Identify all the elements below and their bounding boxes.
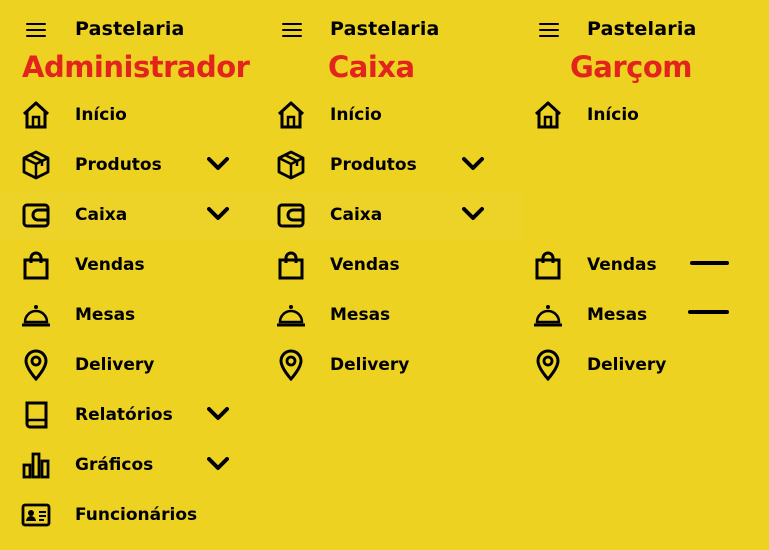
menu-item-inicio[interactable]: Início [258,95,523,135]
menu-item-label: Relatórios [75,405,173,425]
dash-marker [690,261,729,265]
menu-item-mesas[interactable]: Mesas [258,295,523,335]
menu-item-label: Mesas [330,305,391,325]
menu-item-vendas[interactable]: Vendas [523,245,769,285]
hamburger-menu-icon[interactable] [539,23,559,37]
menu-item-label: Vendas [75,255,145,275]
location-pin-icon [20,349,52,381]
shopping-bag-icon [275,249,307,281]
hamburger-menu-icon[interactable] [282,23,302,37]
menu-item-label: Delivery [330,355,410,375]
shopping-bag-icon [20,249,52,281]
menu-item-relatorios[interactable]: Relatórios [0,395,258,435]
role-title: Administrador [22,50,250,84]
bar-chart-icon [20,449,52,481]
menu-item-label: Início [587,105,639,125]
app-title: Pastelaria [587,18,697,40]
app-header: Pastelaria [0,14,258,46]
app-title: Pastelaria [75,18,185,40]
hamburger-menu-icon[interactable] [26,23,46,37]
menu-item-produtos[interactable]: Produtos [258,145,523,185]
menu-item-mesas[interactable]: Mesas [523,295,769,335]
menu-item-label: Produtos [330,155,417,175]
menu-item-funcionarios[interactable]: Funcionários [0,495,258,535]
menu-item-label: Mesas [75,305,136,325]
shopping-bag-icon [532,249,564,281]
box-icon [275,149,307,181]
menu-item-inicio[interactable]: Início [0,95,258,135]
menu-item-delivery[interactable]: Delivery [258,345,523,385]
menu-item-vendas[interactable]: Vendas [0,245,258,285]
menu-item-graficos[interactable]: Gráficos [0,445,258,485]
id-card-icon [20,499,52,531]
chevron-down-icon[interactable] [207,207,229,221]
chevron-down-icon[interactable] [207,407,229,421]
menu-column-caixa: Pastelaria Caixa Início Produtos Caixa V… [258,0,523,550]
menu-item-vendas[interactable]: Vendas [258,245,523,285]
dash-marker [688,310,729,314]
app-header: Pastelaria [258,14,523,46]
box-icon [20,149,52,181]
menu-item-delivery[interactable]: Delivery [0,345,258,385]
menu-item-label: Delivery [75,355,155,375]
menu-item-label: Início [75,105,127,125]
menu-item-label: Vendas [330,255,400,275]
app-header: Pastelaria [523,14,769,46]
chevron-down-icon[interactable] [207,157,229,171]
chevron-down-icon[interactable] [462,207,484,221]
book-icon [20,399,52,431]
menu-item-label: Início [330,105,382,125]
menu-item-produtos[interactable]: Produtos [0,145,258,185]
menu-item-label: Vendas [587,255,657,275]
service-bell-icon [275,299,307,331]
menu-item-label: Produtos [75,155,162,175]
menu-item-delivery[interactable]: Delivery [523,345,769,385]
menu-item-caixa[interactable]: Caixa [0,195,258,235]
home-icon [20,99,52,131]
home-icon [275,99,307,131]
menu-item-label: Gráficos [75,455,154,475]
wallet-icon [20,199,52,231]
menu-item-label: Delivery [587,355,667,375]
service-bell-icon [20,299,52,331]
menu-item-inicio[interactable]: Início [523,95,769,135]
menu-item-label: Caixa [330,205,383,225]
menu-item-label: Mesas [587,305,648,325]
menu-item-mesas[interactable]: Mesas [0,295,258,335]
menu-item-label: Caixa [75,205,128,225]
home-icon [532,99,564,131]
menu-item-caixa[interactable]: Caixa [258,195,523,235]
wallet-icon [275,199,307,231]
menu-item-label: Funcionários [75,505,198,525]
role-title: Garçom [570,50,693,84]
chevron-down-icon[interactable] [462,157,484,171]
chevron-down-icon[interactable] [207,457,229,471]
app-title: Pastelaria [330,18,440,40]
menu-column-administrador: Pastelaria Administrador Início Produtos… [0,0,258,550]
menu-column-garcom: Pastelaria Garçom Início Vendas Mesas De… [523,0,769,550]
location-pin-icon [275,349,307,381]
location-pin-icon [532,349,564,381]
service-bell-icon [532,299,564,331]
role-title: Caixa [328,50,415,84]
